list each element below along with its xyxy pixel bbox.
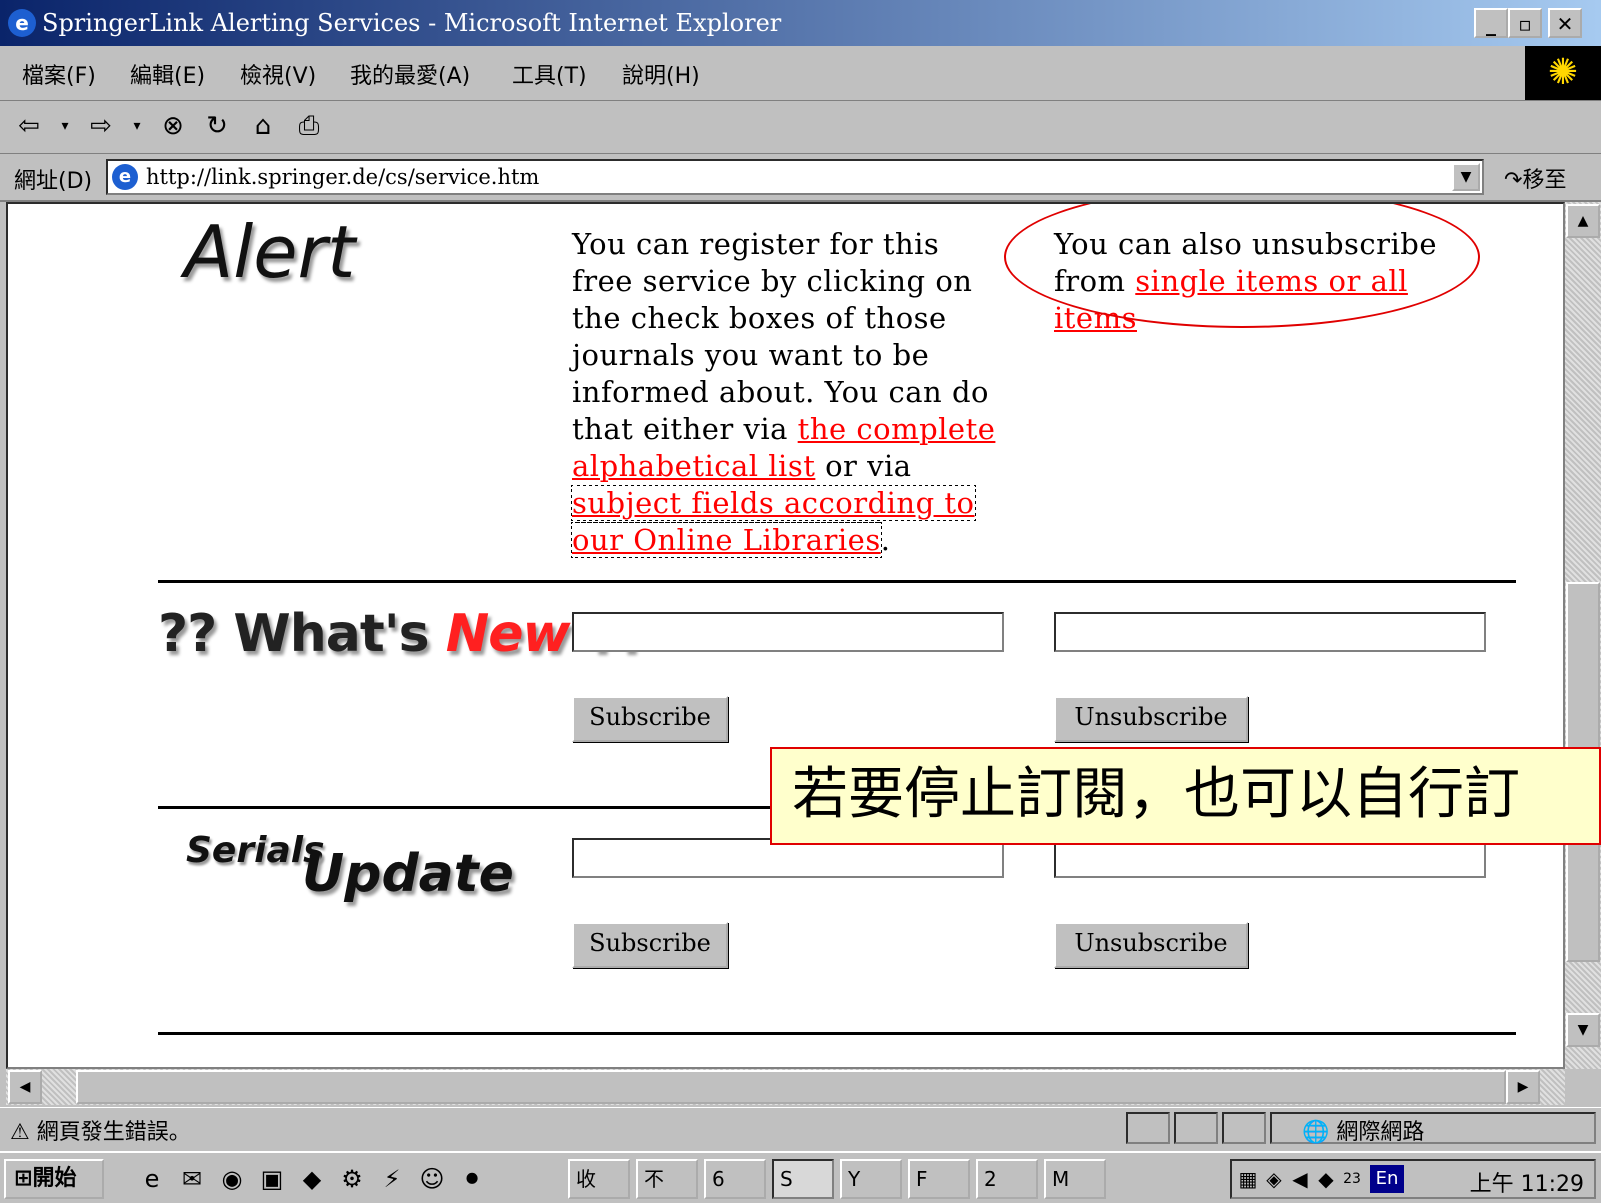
menu-file[interactable]: 檔案(F) bbox=[22, 58, 96, 90]
close-button[interactable]: ✕ bbox=[1548, 8, 1582, 38]
vertical-scrollbar[interactable]: ▲ ▼ bbox=[1565, 202, 1601, 1069]
menu-favorites[interactable]: 我的最愛(A) bbox=[350, 58, 470, 90]
menu-tools[interactable]: 工具(T) bbox=[512, 58, 587, 90]
globe-icon: 🌐 bbox=[1302, 1120, 1330, 1145]
register-text-2: or via bbox=[815, 449, 912, 483]
quicklaunch-gem-icon[interactable]: ◆ bbox=[296, 1163, 328, 1195]
page-content: Alert You can register for this free ser… bbox=[6, 202, 1565, 1069]
whats-new-prefix: ?? What's bbox=[158, 604, 446, 664]
calendar-icon[interactable]: 23 bbox=[1340, 1165, 1364, 1193]
quicklaunch-network-icon[interactable]: ⚙ bbox=[336, 1163, 368, 1195]
volume-icon[interactable]: ◀ bbox=[1288, 1165, 1312, 1193]
register-paragraph: You can register for this free service b… bbox=[571, 226, 1002, 559]
task-button-3[interactable]: 6 bbox=[704, 1159, 766, 1199]
serials-subscribe-button[interactable]: Subscribe bbox=[572, 922, 728, 968]
horizontal-scroll-thumb[interactable] bbox=[76, 1070, 1506, 1104]
quicklaunch-app-icon[interactable]: ▣ bbox=[256, 1163, 288, 1195]
status-panel-3 bbox=[1222, 1112, 1266, 1144]
forward-arrow-icon[interactable]: ⇨ bbox=[84, 109, 118, 143]
quicklaunch-chat-icon[interactable]: ⚫ bbox=[456, 1163, 488, 1195]
quicklaunch-tool-icon[interactable]: ⚡ bbox=[376, 1163, 408, 1195]
navigation-toolbar: ⇦ ▾ ⇨ ▾ ⊗ ↻ ⌂ ⎙ bbox=[0, 101, 1601, 154]
window-title: SpringerLink Alerting Services - Microso… bbox=[42, 9, 782, 37]
language-indicator[interactable]: En bbox=[1370, 1165, 1404, 1193]
internet-zone: 🌐 網際網路 bbox=[1302, 1114, 1424, 1146]
task-button-5[interactable]: Y bbox=[840, 1159, 902, 1199]
go-button[interactable]: ↷移至 bbox=[1504, 162, 1566, 194]
menu-bar: 檔案(F) 編輯(E) 檢視(V) 我的最愛(A) 工具(T) 說明(H) bbox=[0, 46, 1601, 101]
start-button[interactable]: ⊞開始 bbox=[4, 1159, 104, 1199]
page-icon: e bbox=[112, 164, 138, 190]
home-icon[interactable]: ⌂ bbox=[246, 109, 280, 143]
caption-overlay: 若要停止訂閱，也可以自行訂 bbox=[770, 747, 1601, 845]
taskbar: ⊞開始 e ✉ ◉ ▣ ◆ ⚙ ⚡ ☺ ⚫ 收 不 6 S Y F 2 M ▦ … bbox=[0, 1151, 1601, 1203]
refresh-icon[interactable]: ↻ bbox=[200, 109, 234, 143]
subject-fields-link[interactable]: subject fields according to our Online L… bbox=[571, 485, 976, 558]
stop-icon[interactable]: ⊗ bbox=[156, 109, 190, 143]
status-message[interactable]: ⚠ 網頁發生錯誤。 bbox=[10, 1114, 191, 1146]
whats-new-word: New bbox=[445, 604, 571, 664]
task-button-6[interactable]: F bbox=[908, 1159, 970, 1199]
whats-new-subscribe-input[interactable] bbox=[572, 612, 1004, 652]
start-label: 開始 bbox=[32, 1166, 77, 1191]
address-bar: 網址(D) e http://link.springer.de/cs/servi… bbox=[0, 154, 1601, 202]
windows-logo-throbber-icon: ✺ bbox=[1525, 46, 1601, 100]
print-icon[interactable]: ⎙ bbox=[292, 109, 326, 143]
scroll-up-icon[interactable]: ▲ bbox=[1566, 204, 1600, 238]
address-dropdown-icon[interactable]: ▼ bbox=[1452, 163, 1480, 191]
alert-logo: Alert bbox=[184, 210, 356, 294]
register-text-3: . bbox=[880, 523, 891, 557]
back-arrow-icon[interactable]: ⇦ bbox=[12, 109, 46, 143]
task-button-1[interactable]: 收 bbox=[568, 1159, 630, 1199]
back-dropdown-icon[interactable]: ▾ bbox=[56, 109, 74, 143]
clock[interactable]: 上午 11:29 bbox=[1470, 1166, 1584, 1198]
task-button-2[interactable]: 不 bbox=[636, 1159, 698, 1199]
update-logo-word: Update bbox=[302, 844, 514, 904]
whats-new-unsubscribe-button[interactable]: Unsubscribe bbox=[1054, 696, 1248, 742]
go-arrow-icon: ↷ bbox=[1504, 168, 1523, 193]
tray-app-icon[interactable]: ▦ bbox=[1236, 1165, 1260, 1193]
zone-label: 網際網路 bbox=[1336, 1120, 1425, 1145]
whats-new-unsubscribe-input[interactable] bbox=[1054, 612, 1486, 652]
status-text: 網頁發生錯誤。 bbox=[36, 1120, 191, 1145]
divider-1 bbox=[158, 580, 1516, 583]
serials-unsubscribe-button[interactable]: Unsubscribe bbox=[1054, 922, 1248, 968]
quicklaunch-messenger-icon[interactable]: ☺ bbox=[416, 1163, 448, 1195]
minimize-button[interactable]: _ bbox=[1474, 8, 1508, 38]
quicklaunch-ie-icon[interactable]: e bbox=[136, 1163, 168, 1195]
scroll-left-icon[interactable]: ◀ bbox=[8, 1070, 42, 1104]
menu-view[interactable]: 檢視(V) bbox=[240, 58, 316, 90]
forward-dropdown-icon[interactable]: ▾ bbox=[128, 109, 146, 143]
browser-window: e SpringerLink Alerting Services - Micro… bbox=[0, 0, 1601, 1203]
title-bar: e SpringerLink Alerting Services - Micro… bbox=[0, 0, 1601, 46]
divider-3 bbox=[158, 1032, 1516, 1035]
warning-icon: ⚠ bbox=[10, 1120, 30, 1145]
address-label: 網址(D) bbox=[14, 169, 93, 194]
address-url[interactable]: http://link.springer.de/cs/service.htm bbox=[146, 165, 539, 189]
go-label: 移至 bbox=[1522, 168, 1567, 193]
task-button-7[interactable]: 2 bbox=[976, 1159, 1038, 1199]
status-bar: ⚠ 網頁發生錯誤。 🌐 網際網路 bbox=[0, 1107, 1601, 1150]
horizontal-scrollbar[interactable]: ◀ ▶ bbox=[6, 1069, 1565, 1105]
menu-edit[interactable]: 編輯(E) bbox=[130, 58, 205, 90]
status-panel-1 bbox=[1126, 1112, 1170, 1144]
tray-tool-icon[interactable]: ◈ bbox=[1262, 1165, 1286, 1193]
system-tray: ▦ ◈ ◀ ◆ 23 En 上午 11:29 bbox=[1230, 1159, 1596, 1199]
scroll-down-icon[interactable]: ▼ bbox=[1566, 1013, 1600, 1047]
address-input[interactable]: e http://link.springer.de/cs/service.htm… bbox=[106, 159, 1484, 195]
scroll-right-icon[interactable]: ▶ bbox=[1506, 1070, 1540, 1104]
quicklaunch-outlook-icon[interactable]: ✉ bbox=[176, 1163, 208, 1195]
maximize-button[interactable]: ▫ bbox=[1508, 8, 1542, 38]
tray-network-icon[interactable]: ◆ bbox=[1314, 1165, 1338, 1193]
status-panel-2 bbox=[1174, 1112, 1218, 1144]
windows-flag-icon: ⊞ bbox=[14, 1166, 33, 1191]
menu-help[interactable]: 說明(H) bbox=[622, 58, 700, 90]
task-button-4[interactable]: S bbox=[772, 1159, 834, 1199]
quicklaunch-media-icon[interactable]: ◉ bbox=[216, 1163, 248, 1195]
task-button-8[interactable]: M bbox=[1044, 1159, 1106, 1199]
whats-new-subscribe-button[interactable]: Subscribe bbox=[572, 696, 728, 742]
ie-icon: e bbox=[8, 9, 36, 37]
